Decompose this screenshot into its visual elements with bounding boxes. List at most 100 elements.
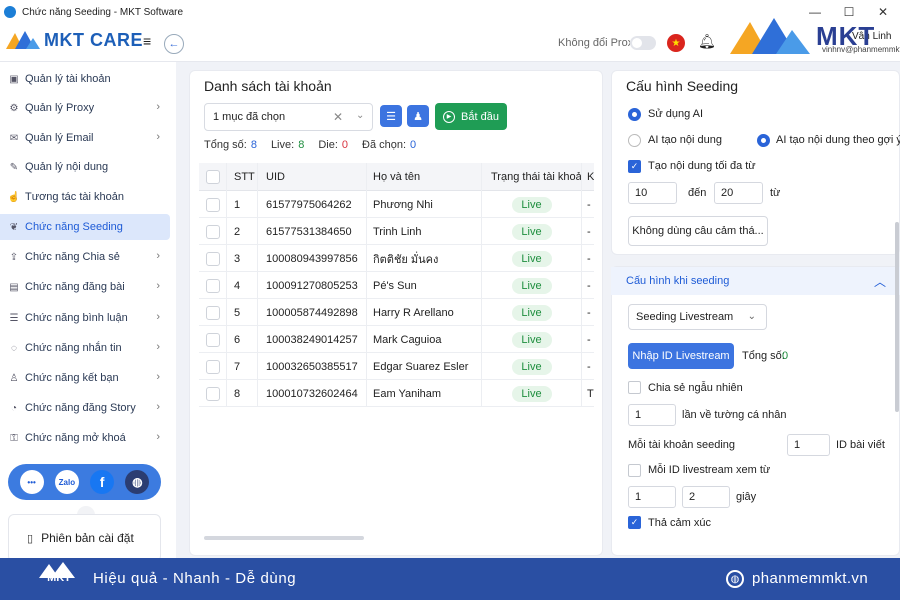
vietnam-flag-icon[interactable]: ★ (667, 34, 685, 52)
globe-icon[interactable]: ◍ (125, 470, 150, 494)
menu-icon[interactable]: ≡ (143, 33, 151, 49)
bell-icon[interactable]: 🔔︎ (698, 33, 716, 50)
content-icon: ✎ (9, 161, 19, 173)
add-friend-icon: ♙ (9, 372, 19, 384)
mkt-overlay-logo: MKT (730, 16, 875, 56)
row-uid: 100005874492898 (258, 299, 367, 326)
post-icon: ▤ (9, 281, 19, 293)
proxy-toggle[interactable] (630, 36, 656, 50)
row-stt: 8 (227, 380, 258, 407)
sidebar-item-post[interactable]: ▤ Chức năng đăng bài › (0, 274, 170, 300)
filter-button[interactable]: ☰ (380, 105, 402, 127)
chevron-right-icon: › (156, 311, 160, 323)
sidebar-item-email[interactable]: ✉ Quản lý Email › (0, 125, 170, 151)
sidebar-item-comment[interactable]: ☰ Chức năng bình luận › (0, 305, 170, 331)
sidebar-item-share[interactable]: ⇪ Chức năng Chia sẻ › (0, 244, 170, 270)
account-select[interactable]: 1 mục đã chọn ✕ ⌄ (204, 103, 373, 131)
max-words-input[interactable]: 20 (714, 182, 763, 204)
min-words-input[interactable]: 10 (628, 182, 677, 204)
row-extra: T (587, 387, 594, 400)
watch-from-input[interactable]: 1 (628, 486, 676, 508)
row-checkbox[interactable] (205, 197, 220, 212)
select-all-checkbox[interactable] (205, 170, 220, 184)
sidebar-item-interact[interactable]: ☝ Tương tác tài khoản (0, 184, 170, 210)
max-words-checkbox[interactable]: ✓ (628, 160, 641, 173)
col-extra: K (587, 171, 594, 183)
promo-banner: MKT Hiệu quả - Nhanh - Dễ dùng ◍ phanmem… (0, 558, 900, 600)
user-card-icon: ▣ (9, 73, 19, 85)
row-stt: 7 (227, 353, 258, 380)
sidebar-item-unlock[interactable]: ⚿ Chức năng mở khoá › (0, 425, 170, 451)
emotion-checkbox[interactable]: ✓ (628, 516, 641, 529)
row-stt: 5 (227, 299, 258, 326)
chevron-right-icon: › (156, 401, 160, 413)
row-checkbox[interactable] (205, 278, 220, 293)
seeding-when-header[interactable]: Cấu hình khi seeding ︿ (611, 267, 900, 295)
watch-livestream-checkbox[interactable] (628, 464, 641, 477)
vertical-scrollbar[interactable] (895, 222, 899, 412)
use-ai-radio[interactable] (628, 108, 641, 121)
row-uid: 100010732602464 (258, 380, 367, 407)
user-settings-button[interactable]: ♟ (407, 105, 429, 127)
globe-icon: ◍ (726, 570, 744, 588)
row-checkbox[interactable] (205, 386, 220, 401)
sidebar-item-proxy[interactable]: ⚙ Quản lý Proxy › (0, 95, 170, 121)
table-row[interactable]: 5 100005874492898 Harry R Arellano Live - (199, 299, 594, 326)
seeding-mode-select[interactable]: Seeding Livestream ⌄ (628, 304, 767, 330)
watch-to-input[interactable]: 2 (682, 486, 730, 508)
row-uid: 61577975064262 (258, 191, 367, 218)
emotion-label: Thả cảm xúc (648, 517, 711, 529)
words-unit-label: từ (770, 187, 781, 199)
sidebar-item-message[interactable]: ◌ Chức năng nhắn tin › (0, 335, 170, 361)
messenger-icon[interactable]: ••• (19, 470, 44, 494)
unlock-icon: ⚿ (10, 432, 18, 444)
row-checkbox[interactable] (205, 224, 220, 239)
version-button[interactable]: ▯ Phiên bản cài đặt (8, 514, 161, 562)
horizontal-scrollbar[interactable] (204, 536, 364, 540)
banner-website[interactable]: phanmemmkt.vn (752, 570, 868, 587)
table-header: STT UID Họ và tên Trạng thái tài khoản K (199, 163, 594, 191)
table-row[interactable]: 1 61577975064262 Phương Nhi Live - (199, 191, 594, 218)
email-icon: ✉ (9, 132, 19, 144)
table-row[interactable]: 8 100010732602464 Eam Yaniham Live T (199, 380, 594, 407)
sidebar-item-story[interactable]: ◔ Chức năng đăng Story › (0, 395, 170, 421)
row-checkbox[interactable] (205, 332, 220, 347)
row-checkbox[interactable] (205, 305, 220, 320)
ai-content-radio[interactable] (628, 134, 641, 147)
row-name: Harry R Arellano (367, 299, 482, 326)
no-sentence-button[interactable]: Không dùng câu cảm thá... (628, 216, 768, 246)
sidebar-item-content[interactable]: ✎ Quản lý nội dung (0, 154, 170, 180)
row-extra: - (587, 279, 591, 292)
live-status-badge: Live (511, 223, 552, 240)
mkt-care-logo: MKT CARE (6, 29, 143, 51)
row-stt: 2 (227, 218, 258, 245)
table-row[interactable]: 4 100091270805253 Pé's Sun Live - (199, 272, 594, 299)
row-name: Phương Nhi (367, 191, 482, 218)
random-share-checkbox[interactable] (628, 381, 641, 394)
clear-icon[interactable]: ✕ (333, 110, 343, 124)
facebook-icon[interactable]: f (90, 470, 115, 494)
row-checkbox[interactable] (205, 251, 220, 266)
ai-suggest-radio[interactable] (757, 134, 770, 147)
live-status-badge: Live (511, 304, 552, 321)
sidebar-item-add-friend[interactable]: ♙ Chức năng kết bạn › (0, 365, 170, 391)
collapse-sidebar-button[interactable]: ← (164, 34, 184, 54)
table-row[interactable]: 6 100038249014257 Mark Caguioa Live - (199, 326, 594, 353)
table-row[interactable]: 7 100032650385517 Edgar Suarez Esler Live - (199, 353, 594, 380)
table-row[interactable]: 2 61577531384650 Trinh Linh Live - (199, 218, 594, 245)
share-count-input[interactable]: 1 (628, 404, 676, 426)
row-extra: - (587, 252, 591, 265)
start-button[interactable]: ▶ Bắt đầu (435, 103, 507, 130)
zalo-icon[interactable]: Zalo (54, 470, 79, 494)
import-livestream-button[interactable]: Nhập ID Livestream (628, 343, 734, 369)
chevron-right-icon: › (156, 341, 160, 353)
col-uid: UID (258, 163, 367, 191)
per-account-input[interactable]: 1 (787, 434, 830, 456)
row-checkbox[interactable] (205, 359, 220, 374)
row-extra: - (587, 333, 591, 346)
sidebar-item-account[interactable]: ▣ Quản lý tài khoản (0, 66, 170, 92)
chevron-right-icon: › (156, 131, 160, 143)
table-row[interactable]: 3 100080943997856 กิตติชัย มั่นคง Live - (199, 245, 594, 272)
col-stt: STT (227, 163, 258, 191)
sidebar-item-seeding[interactable]: ❦ Chức năng Seeding (0, 214, 170, 240)
